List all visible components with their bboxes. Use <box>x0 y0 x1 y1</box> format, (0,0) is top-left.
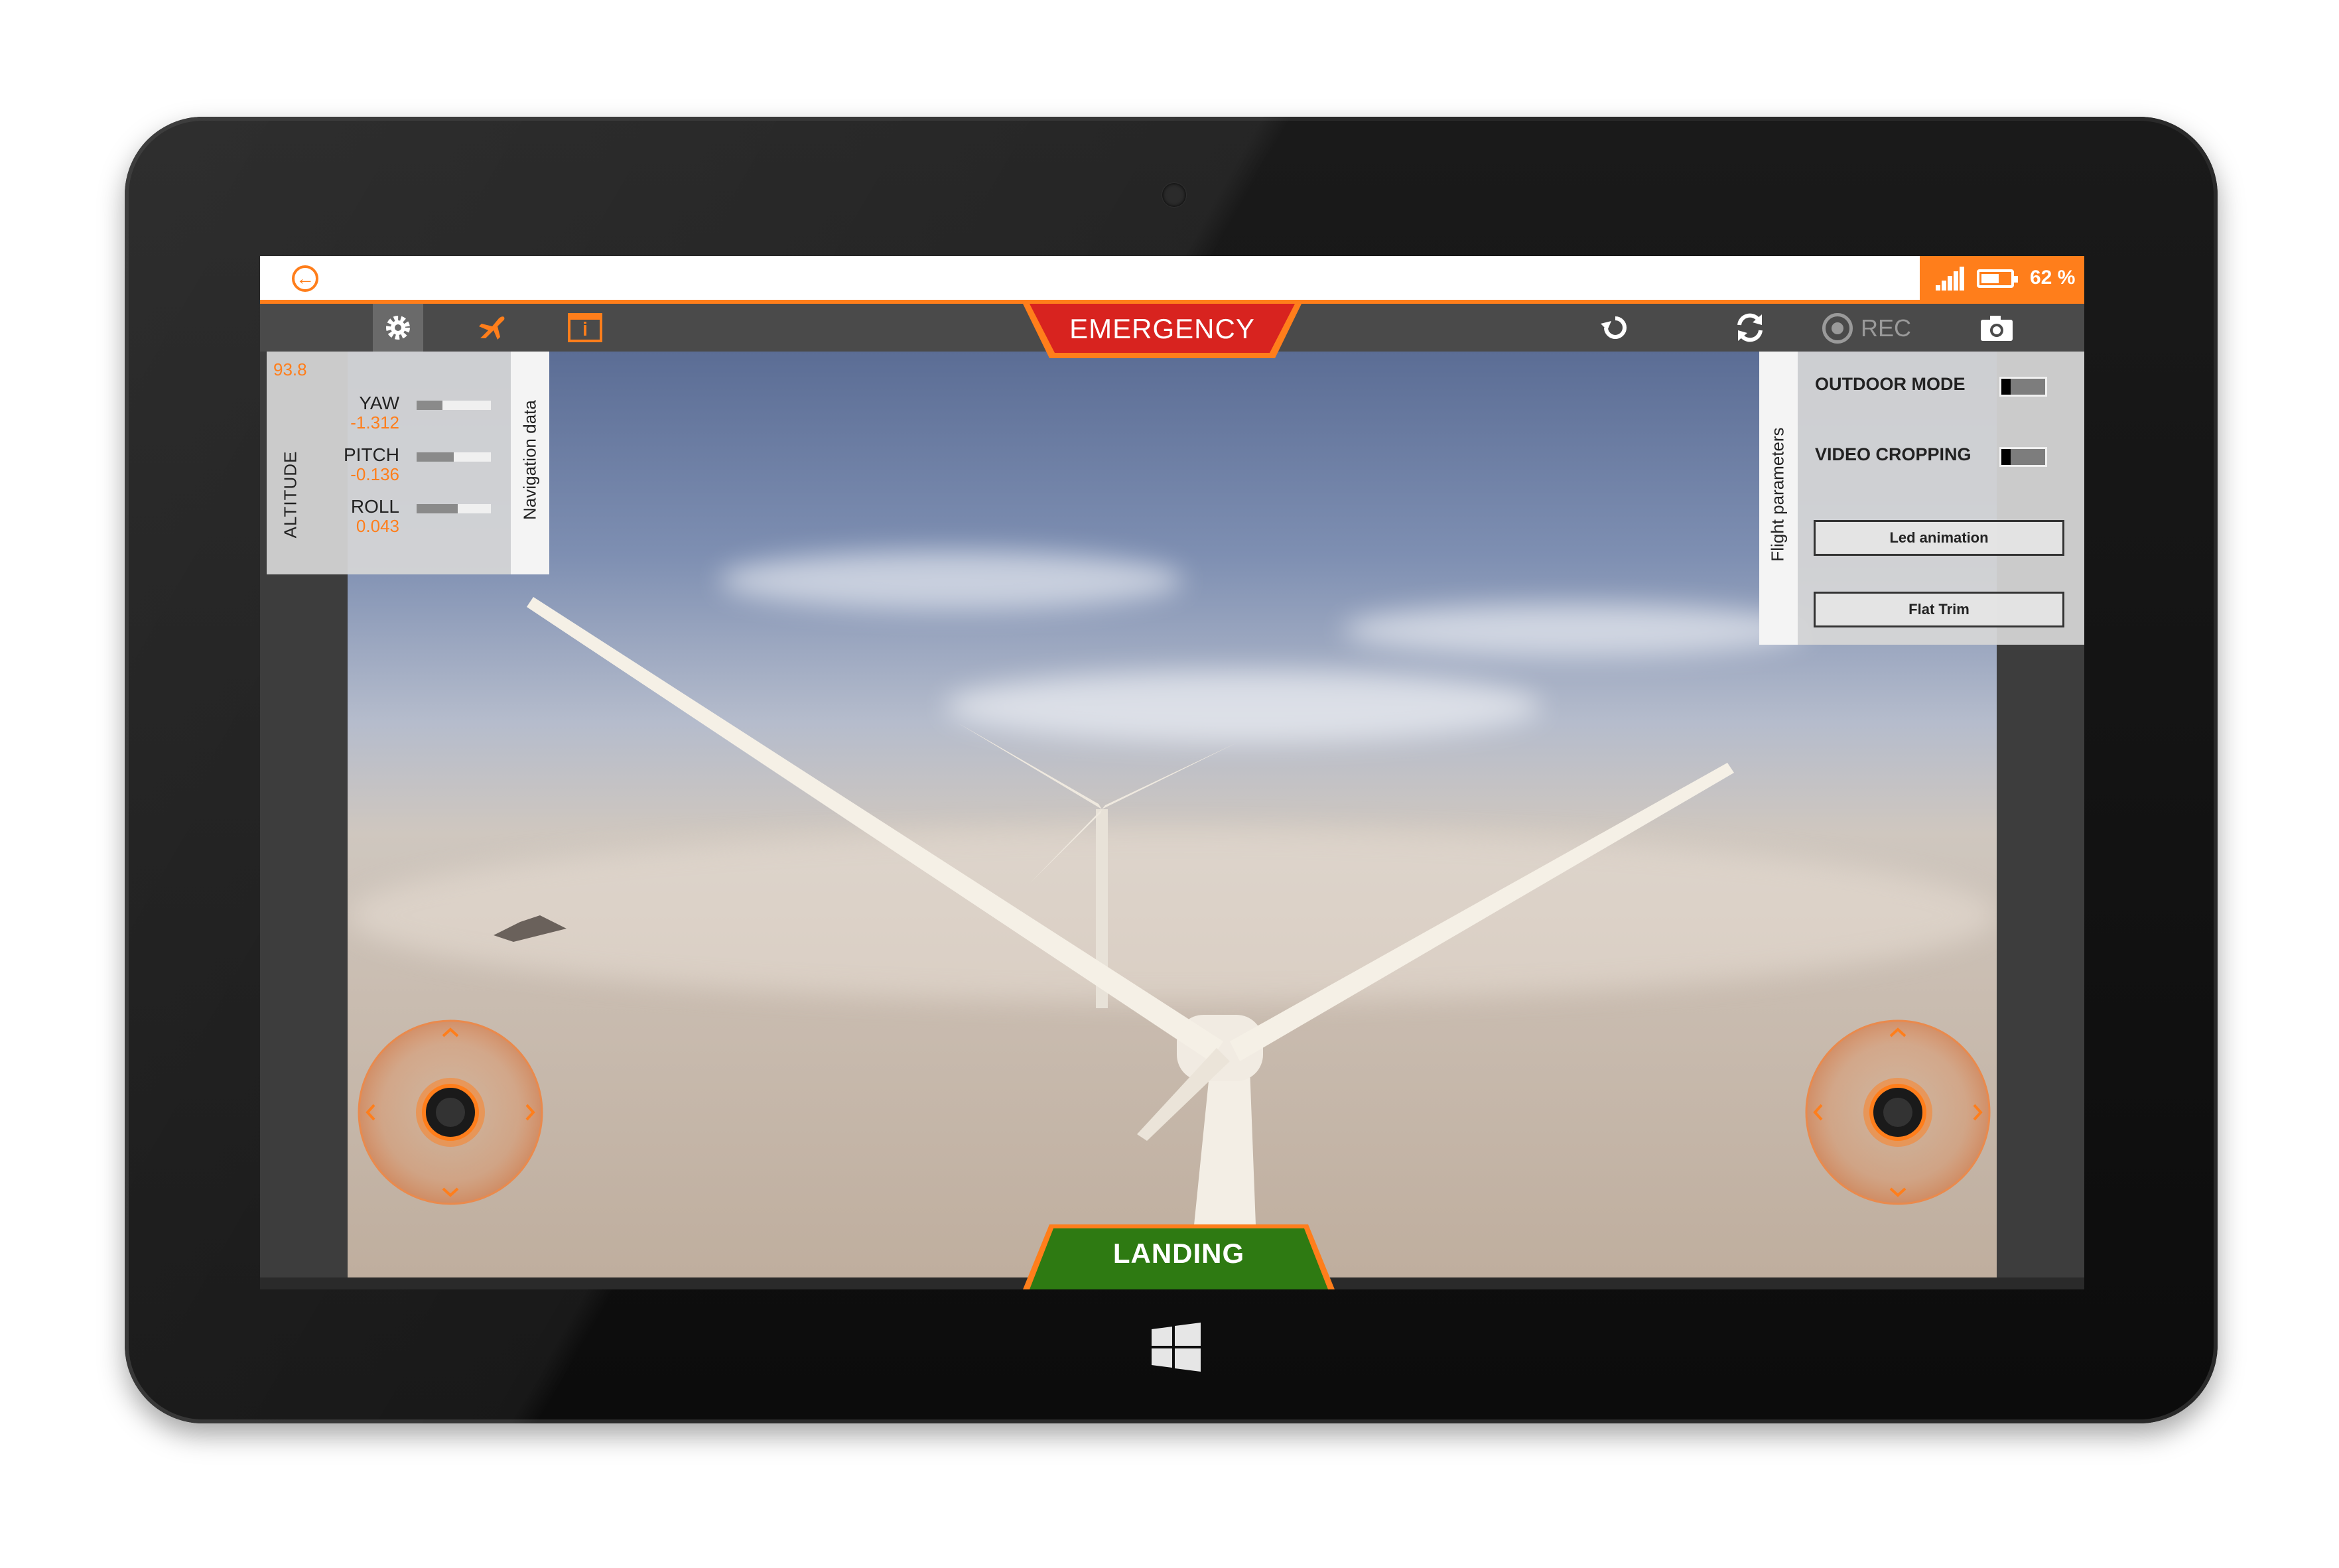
toggle-knob <box>2001 449 2011 465</box>
front-camera <box>1162 183 1186 207</box>
emergency-label: EMERGENCY <box>1069 313 1255 344</box>
roll-label: ROLL <box>350 496 399 517</box>
video-cropping-label: VIDEO CROPPING <box>1815 444 1971 464</box>
record-button[interactable]: REC <box>1822 312 1911 345</box>
yaw-label: YAW <box>359 393 399 413</box>
roll-value: 0.043 <box>356 516 399 536</box>
flight-parameters-tab[interactable]: Flight parameters <box>1759 352 1798 645</box>
roll-bar-fill <box>417 504 458 513</box>
flight-parameters-tab-label: Flight parameters <box>1767 427 1788 562</box>
flight-parameters-panel: Flight parameters OUTDOOR MODE VIDEO CRO… <box>1759 352 2084 645</box>
navigation-data-tab-label: Navigation data <box>519 400 540 520</box>
undo-icon[interactable] <box>1597 310 1634 345</box>
camera-video-feed <box>348 352 1997 1277</box>
record-icon <box>1822 313 1853 344</box>
yaw-value: -1.312 <box>350 413 399 432</box>
info-window-icon[interactable] <box>567 310 604 345</box>
outdoor-mode-label: OUTDOOR MODE <box>1815 374 1966 394</box>
altitude-label: ALTITUDE <box>280 450 301 539</box>
toggle-knob <box>2001 379 2011 395</box>
navigation-data-tab[interactable]: Navigation data <box>511 352 549 574</box>
right-joystick[interactable] <box>1804 1019 1991 1206</box>
status-bar: ← 62 % <box>260 256 2084 304</box>
landing-button[interactable]: LANDING <box>1023 1224 1335 1289</box>
camera-icon[interactable] <box>1978 310 2015 345</box>
plane-icon[interactable] <box>474 310 511 345</box>
wind-turbines <box>494 597 1734 1277</box>
battery-level-fill <box>1981 274 1999 283</box>
battery-icon <box>1977 269 2018 288</box>
settings-icon <box>386 316 410 340</box>
led-animation-button[interactable]: Led animation <box>1814 520 2064 556</box>
landing-label: LANDING <box>1112 1238 1245 1269</box>
pitch-value: -0.136 <box>350 464 399 484</box>
yaw-bar <box>417 401 491 410</box>
outdoor-mode-toggle[interactable] <box>1999 377 2047 397</box>
pitch-bar-fill <box>417 452 454 462</box>
altitude-value: 93.8 <box>273 359 307 379</box>
settings-tab[interactable] <box>373 304 423 352</box>
signal-icon <box>1936 267 1964 291</box>
navigation-data-panel: 93.8 ALTITUDE YAW -1.312 PITCH -0.136 RO… <box>267 352 549 574</box>
flat-trim-button[interactable]: Flat Trim <box>1814 592 2064 627</box>
app-screen: ← 62 % REC EMERGENCY 93.8 ALTITUDE YAW -… <box>260 256 2084 1289</box>
pitch-bar <box>417 452 491 462</box>
roll-bar <box>417 504 491 513</box>
record-label: REC <box>1861 314 1912 342</box>
refresh-icon[interactable] <box>1731 310 1769 345</box>
windows-logo-icon[interactable] <box>1152 1323 1201 1372</box>
pitch-label: PITCH <box>344 444 399 465</box>
yaw-bar-fill <box>417 401 443 410</box>
battery-percentage: 62 % <box>2030 267 2076 289</box>
emergency-button[interactable]: EMERGENCY <box>1023 304 1302 358</box>
back-arrow-icon[interactable]: ← <box>292 265 318 292</box>
video-cropping-toggle[interactable] <box>1999 447 2047 467</box>
left-joystick[interactable] <box>357 1019 544 1206</box>
status-indicators: 62 % <box>1920 256 2084 300</box>
